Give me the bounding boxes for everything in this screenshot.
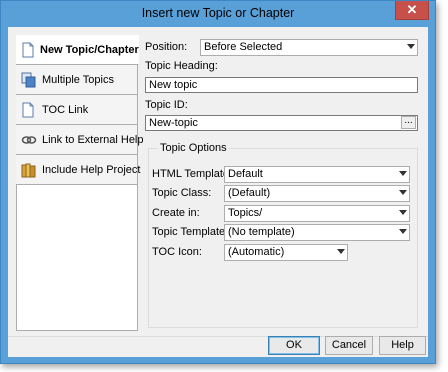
position-select[interactable]: Before Selected <box>200 39 418 56</box>
tab-toc-link[interactable]: TOC Link <box>16 95 138 125</box>
dialog-window: Insert new Topic or Chapter ✕ New Topic/… <box>0 0 436 364</box>
topic-heading-label: Topic Heading: <box>145 60 218 72</box>
create-in-value: Topics/ <box>228 207 263 219</box>
chevron-down-icon <box>337 249 345 254</box>
tab-new-topic-chapter[interactable]: New Topic/Chapter <box>16 35 139 65</box>
window-title: Insert new Topic or Chapter <box>141 6 295 20</box>
tab-label: New Topic/Chapter <box>40 43 139 56</box>
tab-include-help-project[interactable]: Include Help Project <box>16 155 141 185</box>
chevron-down-icon <box>399 190 407 195</box>
topic-id-value: New-topic <box>149 117 198 129</box>
external-link-icon <box>21 132 37 148</box>
new-page-icon <box>21 42 35 58</box>
chevron-down-icon <box>407 44 415 49</box>
chevron-down-icon <box>399 229 407 234</box>
help-project-icon <box>21 162 37 178</box>
ok-button[interactable]: OK <box>268 336 320 355</box>
close-icon: ✕ <box>406 2 418 17</box>
tab-label: Multiple Topics <box>42 73 114 86</box>
topic-options-title: Topic Options <box>158 142 229 154</box>
chevron-down-icon <box>399 210 407 215</box>
html-template-value: Default <box>228 168 263 180</box>
browse-button[interactable]: ... <box>401 116 416 129</box>
html-template-select[interactable]: Default <box>224 166 410 183</box>
tab-strip: New Topic/Chapter Multiple Topics TOC Li… <box>16 35 144 331</box>
topic-class-label: Topic Class: <box>152 187 212 199</box>
tab-label: TOC Link <box>42 103 89 116</box>
topic-heading-input[interactable]: New topic <box>145 77 418 93</box>
toc-link-page-icon <box>21 102 37 118</box>
dialog-client: New Topic/Chapter Multiple Topics TOC Li… <box>8 27 428 357</box>
topic-class-select[interactable]: (Default) <box>224 185 410 202</box>
tab-multiple-topics[interactable]: Multiple Topics <box>16 65 138 95</box>
html-template-label: HTML Template: <box>152 168 233 180</box>
topic-template-value: (No template) <box>228 226 295 238</box>
topic-template-select[interactable]: (No template) <box>224 224 410 241</box>
topic-class-value: (Default) <box>228 187 271 199</box>
create-in-select[interactable]: Topics/ <box>224 205 410 222</box>
topic-id-label: Topic ID: <box>145 99 188 111</box>
tab-label: Include Help Project <box>42 163 141 176</box>
toc-icon-select[interactable]: (Automatic) <box>224 244 348 261</box>
create-in-label: Create in: <box>152 207 200 219</box>
tab-link-external-help[interactable]: Link to External Help <box>16 125 144 155</box>
toc-icon-label: TOC Icon: <box>152 246 202 258</box>
topic-template-label: Topic Template: <box>152 226 229 238</box>
toc-icon-value: (Automatic) <box>228 246 285 258</box>
topic-id-input[interactable]: New-topic ... <box>145 115 418 131</box>
help-button[interactable]: Help <box>379 336 426 355</box>
cancel-button[interactable]: Cancel <box>325 336 373 355</box>
position-value: Before Selected <box>204 41 283 53</box>
multiple-pages-icon <box>21 72 37 88</box>
close-button[interactable]: ✕ <box>395 1 429 20</box>
chevron-down-icon <box>399 171 407 176</box>
position-label: Position: <box>145 41 188 53</box>
tab-label: Link to External Help <box>42 133 144 146</box>
